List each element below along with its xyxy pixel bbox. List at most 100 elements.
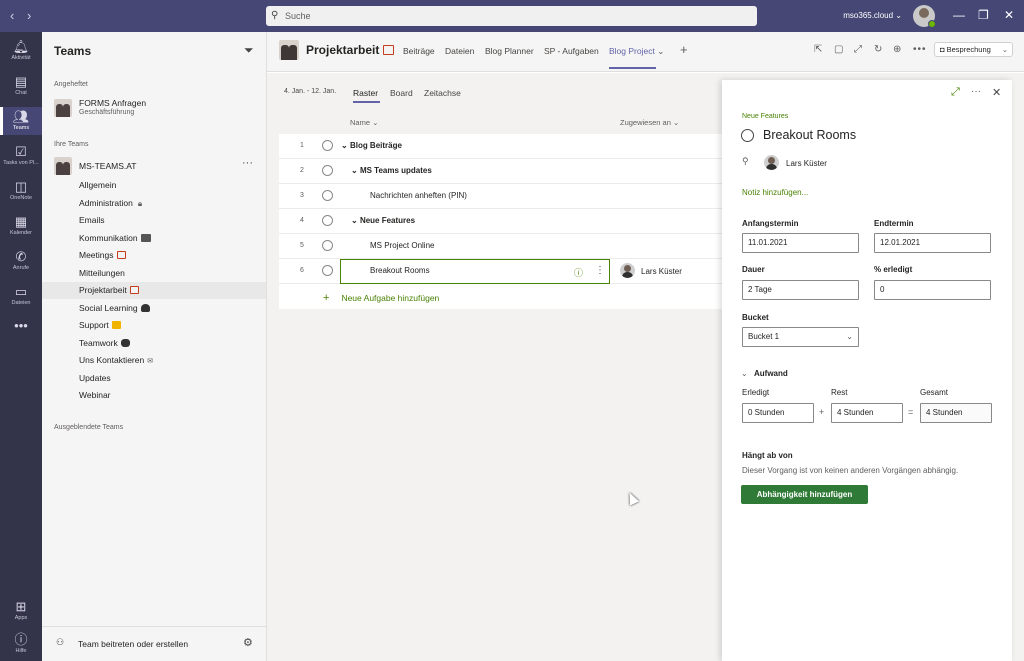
bucket-select[interactable]: Bucket 1 ⌄ xyxy=(742,327,859,347)
end-date-field[interactable]: 12.01.2021 xyxy=(874,233,991,253)
channel-item[interactable]: Updates xyxy=(42,370,266,387)
task-title[interactable]: Breakout Rooms xyxy=(763,128,856,142)
rail-calls[interactable]: ✆ Anrufe xyxy=(0,247,42,275)
tab-beitraege[interactable]: Beiträge xyxy=(403,46,435,56)
rail-files[interactable]: ▭ Dateien xyxy=(0,282,42,310)
channel-title: Projektarbeit xyxy=(306,43,395,57)
rail-chat[interactable]: ▤ Chat xyxy=(0,72,42,100)
complete-checkbox[interactable] xyxy=(322,190,333,201)
channel-item[interactable]: Uns Kontaktieren ✉ xyxy=(42,352,266,369)
pinned-sub: Geschäftsführung xyxy=(79,109,135,116)
breadcrumb[interactable]: Neue Features xyxy=(742,113,788,120)
channel-item[interactable]: Mitteilungen xyxy=(42,265,266,282)
table-row[interactable]: 2 ⌄ MS Teams updates xyxy=(279,159,722,184)
support-emoji-icon xyxy=(111,321,121,329)
add-dependency-button[interactable]: Abhängigkeit hinzufügen xyxy=(741,485,868,504)
globe-icon[interactable]: ⊕ xyxy=(893,44,901,55)
tab-dateien[interactable]: Dateien xyxy=(445,46,474,56)
complete-checkbox[interactable] xyxy=(322,240,333,251)
channel-item[interactable]: Teamwork xyxy=(42,335,266,352)
team-avatar xyxy=(54,157,72,175)
complete-checkbox[interactable] xyxy=(322,140,333,151)
team-avatar xyxy=(54,99,72,117)
add-task-button[interactable]: + Neue Aufgabe hinzufügen xyxy=(323,292,439,304)
rail-help[interactable]: ⓘ Hilfe xyxy=(0,630,42,658)
reload-icon[interactable]: ↻ xyxy=(874,44,882,55)
pinned-item[interactable]: FORMS Anfragen Geschäftsführung xyxy=(42,95,266,121)
channel-item[interactable]: Social Learning xyxy=(42,300,266,317)
tab-sp-aufgaben[interactable]: SP - Aufgaben xyxy=(544,46,599,56)
tab-blog-planner[interactable]: Blog Planner xyxy=(485,46,534,56)
more-apps-icon[interactable]: ••• xyxy=(0,318,42,338)
done-label: Erledigt xyxy=(742,388,770,397)
more-options-icon[interactable]: ··· xyxy=(971,86,981,97)
table-row[interactable]: 1 ⌄ Blog Beiträge xyxy=(279,134,722,159)
channel-item[interactable]: Meetings xyxy=(42,247,266,264)
percent-label: % erledigt xyxy=(874,265,913,274)
team-row[interactable]: MS-TEAMS.AT ··· xyxy=(42,156,266,176)
channel-item[interactable]: Allgemein xyxy=(42,177,266,194)
pinned-name: FORMS Anfragen xyxy=(79,98,147,108)
assignee-avatar[interactable] xyxy=(764,155,779,170)
complete-checkbox[interactable] xyxy=(322,165,333,176)
avatar[interactable] xyxy=(913,5,936,28)
add-tab-icon[interactable]: + xyxy=(680,42,688,57)
table-row[interactable]: 4 ⌄ Neue Features xyxy=(279,209,722,234)
open-in-browser-icon[interactable]: ⇱ xyxy=(814,44,822,55)
rail-onenote[interactable]: ◫ OneNote xyxy=(0,177,42,205)
collapse-chevron-icon[interactable]: ⌄ xyxy=(741,369,748,378)
selected-row-outline xyxy=(340,259,610,284)
view-tab-board[interactable]: Board xyxy=(390,88,413,98)
rail-teams[interactable]: 👥︎ Teams xyxy=(0,107,42,135)
start-date-field[interactable]: 11.01.2021 xyxy=(742,233,859,253)
restore-icon[interactable]: ❐ xyxy=(978,8,989,22)
rest-hours-field[interactable]: 4 Stunden xyxy=(831,403,903,423)
calendar-emoji-icon xyxy=(129,286,139,294)
channel-item[interactable]: Kommunikation xyxy=(42,230,266,247)
search-input[interactable]: ⚲ Suche xyxy=(266,6,757,26)
channel-item-active[interactable]: Projektarbeit xyxy=(42,282,266,299)
tab-blog-project[interactable]: Blog Project ⌄ xyxy=(609,46,664,57)
tenant-switcher[interactable]: mso365.cloud ⌄ xyxy=(843,11,902,20)
column-header-assigned[interactable]: Zugewiesen an ⌄ xyxy=(620,118,679,127)
close-window-icon[interactable]: ✕ xyxy=(1004,8,1014,22)
calendar-emoji-icon xyxy=(383,45,395,55)
channel-item[interactable]: Emails xyxy=(42,212,266,229)
chat-icon: ▤ xyxy=(14,74,28,89)
channel-item[interactable]: Support xyxy=(42,317,266,334)
rail-tasks[interactable]: ☑ Tasks von Pl... xyxy=(0,142,42,170)
view-tab-zeitachse[interactable]: Zeitachse xyxy=(424,88,461,98)
more-options-icon[interactable]: ··· xyxy=(242,157,253,169)
minimize-icon[interactable]: — xyxy=(953,8,965,22)
join-team-button[interactable]: ⚇ Team beitreten oder erstellen xyxy=(56,637,236,651)
channel-item[interactable]: Administration 🔒︎ xyxy=(42,195,266,212)
back-arrow-icon[interactable]: ‹ xyxy=(10,8,14,23)
view-tab-raster[interactable]: Raster xyxy=(353,88,378,98)
settings-gear-icon[interactable]: ⚙ xyxy=(243,636,253,649)
percent-field[interactable]: 0 xyxy=(874,280,991,300)
rail-calendar[interactable]: ▦ Kalender xyxy=(0,212,42,240)
expand-icon[interactable]: ⤢ xyxy=(951,86,960,99)
duration-field[interactable]: 2 Tage xyxy=(742,280,859,300)
meet-button[interactable]: ◘ Besprechung ⌄ xyxy=(934,42,1013,57)
add-note-link[interactable]: Notiz hinzufügen... xyxy=(742,188,808,197)
complete-checkbox[interactable] xyxy=(322,215,333,226)
filter-icon[interactable]: ⏷ xyxy=(244,43,254,58)
rail-apps[interactable]: ⊞ Apps xyxy=(0,597,42,625)
forward-arrow-icon[interactable]: › xyxy=(27,8,31,23)
expand-icon[interactable]: ⤢ xyxy=(854,44,862,55)
effort-header: Aufwand xyxy=(754,369,788,378)
close-icon[interactable]: ✕ xyxy=(992,86,1001,99)
table-row[interactable]: 5 MS Project Online xyxy=(279,234,722,259)
column-header-name[interactable]: Name ⌄ xyxy=(350,118,378,127)
more-options-icon[interactable]: ••• xyxy=(913,44,927,55)
channel-item[interactable]: Webinar xyxy=(42,387,266,404)
chevron-down-icon: ⌄ xyxy=(846,332,853,341)
channel-avatar xyxy=(279,40,299,60)
complete-checkbox[interactable] xyxy=(322,265,333,276)
rail-activity[interactable]: 🔔︎ Aktivität xyxy=(0,37,42,65)
done-hours-field[interactable]: 0 Stunden xyxy=(742,403,814,423)
complete-checkbox[interactable] xyxy=(741,129,754,142)
table-row[interactable]: 3 Nachrichten anheften (PIN) xyxy=(279,184,722,209)
conversation-icon[interactable]: ▢ xyxy=(834,44,843,55)
